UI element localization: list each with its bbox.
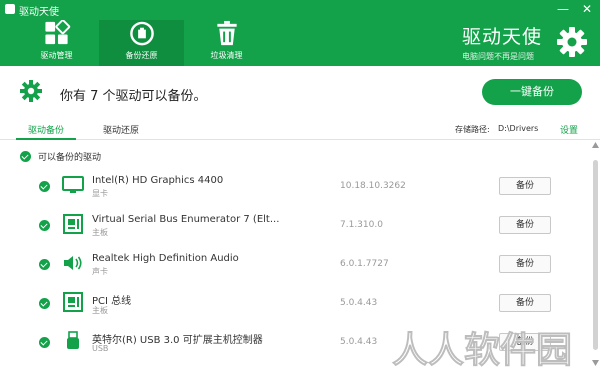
brand-tagline: 电脑问题不再是问题 xyxy=(461,52,534,61)
backup-button[interactable]: 备份 xyxy=(499,177,551,195)
backup-button[interactable]: 备份 xyxy=(499,294,551,312)
nav-item-junk-cleanup[interactable]: 垃圾清理 xyxy=(184,20,269,66)
driver-name: 英特尔(R) USB 3.0 可扩展主机控制器 xyxy=(92,335,263,346)
list-item: Realtek High Definition Audio 声卡 6.0.1.7… xyxy=(0,248,590,287)
list-item: Virtual Serial Bus Enumerator 7 (Elt... … xyxy=(0,209,590,248)
group-header: 可以备份的驱动 xyxy=(20,150,101,163)
gear-icon xyxy=(20,80,42,102)
monitor-icon xyxy=(62,176,84,193)
driver-category: 显卡 xyxy=(92,189,108,198)
watermark: 人人软件园 xyxy=(392,330,573,370)
settings-gear-icon[interactable] xyxy=(556,26,588,58)
brand: 驱动天使 电脑问题不再是问题 xyxy=(462,22,542,62)
scroll-up-arrow-icon[interactable] xyxy=(592,142,599,148)
close-button[interactable]: ✕ xyxy=(580,2,594,16)
active-tab-indicator xyxy=(16,138,76,140)
driver-version: 7.1.310.0 xyxy=(340,220,383,230)
storage-path-label: 存储路径: xyxy=(455,125,490,134)
nav-label: 驱动管理 xyxy=(40,51,73,60)
row-checkbox[interactable] xyxy=(39,220,50,231)
usb-icon xyxy=(67,331,79,349)
driver-version: 6.0.1.7727 xyxy=(340,259,389,269)
driver-name: Intel(R) HD Graphics 4400 xyxy=(92,175,224,186)
motherboard-icon xyxy=(63,292,83,312)
backup-all-button[interactable]: 一键备份 xyxy=(482,79,582,105)
settings-link[interactable]: 设置 xyxy=(560,123,578,136)
window-controls: — ✕ xyxy=(556,2,594,16)
nav-label: 垃圾清理 xyxy=(210,51,243,60)
list-item: PCI 总线 主板 5.0.4.43 备份 xyxy=(0,287,590,326)
driver-name: Virtual Serial Bus Enumerator 7 (Elt... xyxy=(92,214,280,225)
row-checkbox[interactable] xyxy=(39,181,50,192)
tab-driver-backup[interactable]: 驱动备份 xyxy=(28,123,64,136)
main-nav: 驱动管理 备份还原 垃圾清理 xyxy=(14,20,269,66)
list-item: Intel(R) HD Graphics 4400 显卡 10.18.10.32… xyxy=(0,170,590,209)
minimize-button[interactable]: — xyxy=(556,2,570,16)
group-title: 可以备份的驱动 xyxy=(38,153,102,163)
summary-bar: 你有 7 个驱动可以备份。 一键备份 xyxy=(0,66,600,118)
tab-driver-restore[interactable]: 驱动还原 xyxy=(103,123,139,136)
nav-label: 备份还原 xyxy=(125,51,158,60)
summary-text: 你有 7 个驱动可以备份。 xyxy=(60,89,207,104)
watermark-text: 人人软件园 xyxy=(392,330,572,370)
scrollbar-thumb[interactable] xyxy=(593,160,598,350)
driver-version: 10.18.10.3262 xyxy=(340,181,406,191)
row-checkbox[interactable] xyxy=(39,298,50,309)
nav-item-backup-restore[interactable]: 备份还原 xyxy=(99,20,184,66)
storage-path-value: D:\Drivers xyxy=(498,124,539,133)
grid-icon xyxy=(44,20,70,45)
app-logo-icon xyxy=(5,4,15,14)
driver-name: Realtek High Definition Audio xyxy=(92,253,239,264)
driver-category: 主板 xyxy=(92,306,108,315)
trash-icon xyxy=(216,20,237,46)
nav-item-driver-management[interactable]: 驱动管理 xyxy=(14,20,99,66)
window-title: 驱动天使 xyxy=(19,7,59,18)
speaker-icon xyxy=(64,256,82,270)
driver-category: 主板 xyxy=(92,228,108,237)
backup-button[interactable]: 备份 xyxy=(499,216,551,234)
brand-name: 驱动天使 xyxy=(461,26,542,48)
driver-category: 声卡 xyxy=(92,267,108,276)
driver-version: 5.0.4.43 xyxy=(340,298,378,308)
driver-version: 5.0.4.43 xyxy=(340,337,378,347)
tabs-bar: 驱动备份 驱动还原 存储路径: D:\Drivers 设置 xyxy=(0,118,600,140)
app-header: 驱动天使 — ✕ 驱动管理 备份还原 垃圾清理 驱动天使 电脑问题不再是问题 xyxy=(0,0,600,66)
backup-button[interactable]: 备份 xyxy=(499,255,551,273)
motherboard-icon xyxy=(63,214,83,234)
driver-category: USB xyxy=(92,344,109,353)
backup-restore-icon xyxy=(129,21,154,46)
row-checkbox[interactable] xyxy=(39,337,50,348)
row-checkbox[interactable] xyxy=(39,259,50,270)
select-all-checkbox[interactable] xyxy=(20,151,31,162)
